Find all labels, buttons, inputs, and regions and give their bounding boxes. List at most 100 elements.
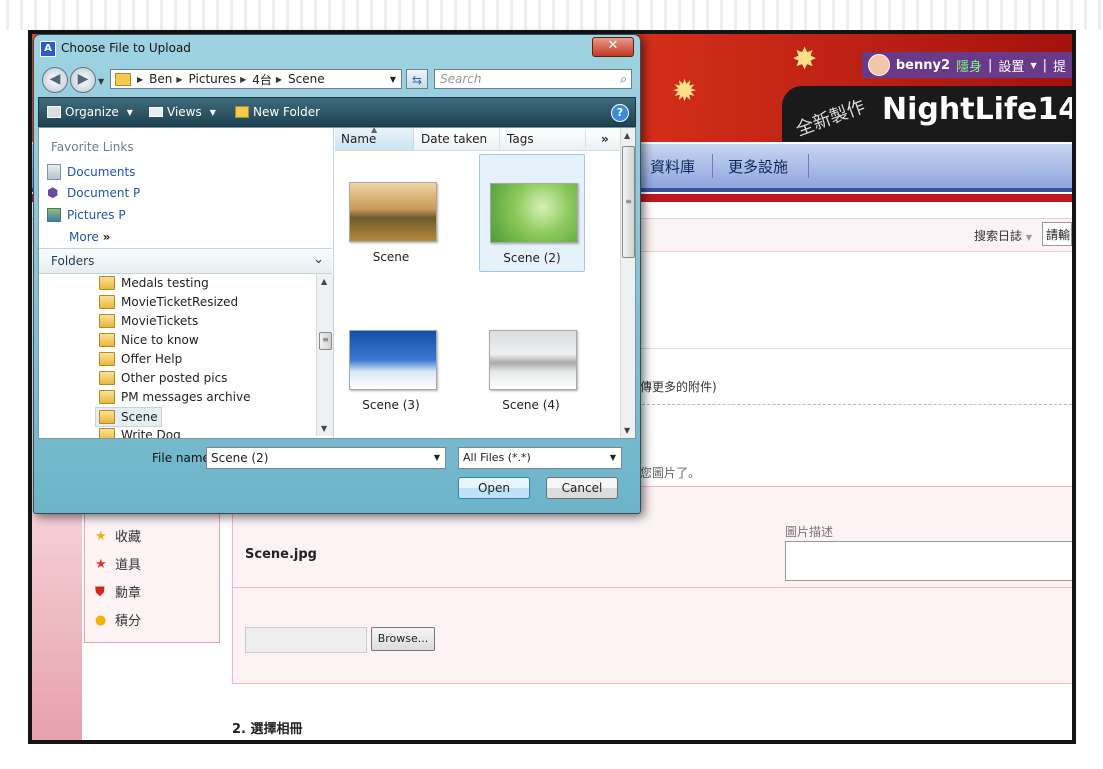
breadcrumb-scene[interactable]: Scene — [288, 72, 325, 86]
favorite-link-document-p[interactable]: ⬢ Document P — [47, 186, 140, 201]
chevron-down-icon[interactable]: ▼ — [390, 75, 396, 84]
folder-icon — [99, 371, 115, 385]
divider: | — [1042, 57, 1047, 73]
snowy-trees-photo — [349, 330, 437, 390]
document-p-icon: ⬢ — [47, 186, 59, 201]
breadcrumb-pictures[interactable]: Pictures — [189, 72, 237, 86]
picture-note: 您圖片了。 — [640, 466, 701, 480]
side-menu-item-tools[interactable]: ★ 道具 — [95, 554, 141, 574]
username-link[interactable]: benny2 — [896, 58, 950, 73]
nav-item-database[interactable]: 資料庫 — [650, 156, 695, 177]
folder-icon — [99, 410, 115, 424]
column-header-date-taken[interactable]: Date taken — [421, 132, 487, 146]
scroll-up-icon[interactable]: ▲ — [624, 131, 630, 140]
scroll-down-icon[interactable]: ▼ — [321, 424, 327, 433]
file-list-scrollbar[interactable]: ▲ ≡ ▼ — [620, 128, 635, 438]
diary-search-scope[interactable]: 搜索日誌 ▼ — [974, 227, 1032, 244]
status-toggle[interactable]: 隱身 — [956, 56, 982, 75]
refresh-button[interactable]: ⇆ — [406, 69, 428, 89]
file-item[interactable]: Scene (2) — [479, 154, 585, 272]
scroll-down-icon[interactable]: ▼ — [624, 426, 630, 435]
uploaded-file-name: Scene.jpg — [245, 547, 317, 562]
scroll-thumb[interactable]: ≡ — [319, 332, 332, 350]
chevron-down-icon: ▼ — [209, 107, 216, 117]
image-description-label: 圖片描述 — [785, 525, 834, 539]
side-menu-item-medals[interactable]: ⛊ 勳章 — [95, 582, 142, 602]
chevron-down-icon[interactable]: ▼ — [434, 448, 440, 468]
side-menu-item-favorites[interactable]: ★ 收藏 — [95, 526, 141, 546]
tree-item-nice-to-know[interactable]: Nice to know — [99, 331, 199, 349]
file-item[interactable]: Scene (4) — [479, 310, 583, 426]
pictures-icon — [47, 208, 61, 222]
tree-item-offer-help[interactable]: Offer Help — [99, 350, 182, 368]
history-dropdown-icon[interactable]: ▼ — [98, 77, 104, 86]
file-path-input[interactable] — [245, 627, 367, 653]
side-menu-label: 勳章 — [115, 586, 142, 601]
divider — [632, 404, 1072, 405]
logo-title: NightLife14 — [882, 92, 1076, 127]
browse-button[interactable]: Browse... — [371, 627, 435, 651]
scroll-up-icon[interactable]: ▲ — [321, 277, 327, 286]
scroll-thumb[interactable]: ≡ — [622, 146, 635, 258]
chevron-down-icon: ▼ — [1025, 233, 1032, 242]
side-menu-label: 積分 — [115, 614, 142, 629]
chevron-right-icon[interactable]: ▶ — [276, 75, 282, 84]
image-description-input[interactable] — [785, 541, 1072, 581]
nav-item-more[interactable]: 更多設施 — [728, 156, 788, 177]
views-button[interactable]: Views ▼ — [149, 105, 216, 119]
file-name-input[interactable]: Scene (2) ▼ — [206, 447, 446, 469]
file-item[interactable]: Scene — [339, 162, 443, 278]
file-type-select[interactable]: All Files (*.*) ▼ — [458, 447, 622, 469]
folder-tree-scrollbar[interactable]: ▲ ≡ ▼ — [316, 274, 333, 436]
dialog-titlebar[interactable]: A Choose File to Upload ✕ — [34, 35, 640, 63]
folder-icon — [99, 352, 115, 366]
avatar[interactable] — [867, 54, 890, 76]
column-header-name[interactable]: ▲ Name — [335, 125, 414, 150]
more-link[interactable]: More » — [69, 230, 110, 244]
diary-search-input[interactable]: 請輸 — [1042, 222, 1072, 246]
chevron-right-icon[interactable]: ▶ — [137, 75, 143, 84]
side-menu-item-points[interactable]: ● 積分 — [95, 610, 142, 630]
file-item[interactable]: Scene (3) — [339, 310, 443, 426]
tree-item-medals-testing[interactable]: Medals testing — [99, 274, 209, 292]
forward-button[interactable]: ▶ — [70, 67, 96, 93]
tree-item-movietickets[interactable]: MovieTickets — [99, 312, 198, 330]
settings-menu[interactable]: 設置 — [998, 56, 1024, 75]
tree-item-movieticketresized[interactable]: MovieTicketResized — [99, 293, 238, 311]
search-icon[interactable]: ⌕ — [620, 70, 627, 88]
chevron-down-icon: ⌄ — [313, 252, 324, 267]
more-columns-icon[interactable]: » — [601, 132, 609, 146]
site-logo[interactable]: 全新製作 NightLife14 — [782, 86, 1072, 142]
folders-heading: Folders — [51, 254, 95, 268]
column-header-tags[interactable]: Tags — [507, 132, 534, 146]
tree-item-label: Medals testing — [121, 276, 209, 290]
chevron-down-icon: ▼ — [609, 453, 616, 462]
address-bar[interactable]: ▶ Ben ▶ Pictures ▶ 4台 ▶ Scene ▼ — [110, 69, 402, 89]
tree-item-other-posted-pics[interactable]: Other posted pics — [99, 369, 227, 387]
search-input[interactable]: Search ⌕ — [434, 69, 632, 89]
chevrons-right-icon: » — [102, 230, 111, 244]
attach-note: 傳更多的附件) — [640, 380, 717, 394]
close-button[interactable]: ✕ — [592, 37, 634, 57]
divider: | — [988, 57, 993, 73]
breadcrumb-ben[interactable]: Ben — [149, 72, 172, 86]
chevron-right-icon[interactable]: ▶ — [176, 75, 182, 84]
divider — [808, 154, 809, 178]
cancel-button[interactable]: Cancel — [546, 477, 618, 499]
breadcrumb-4tai[interactable]: 4台 — [252, 71, 272, 88]
back-button[interactable]: ◀ — [42, 67, 68, 93]
folders-header[interactable]: Folders ⌄ — [39, 248, 332, 274]
new-folder-button[interactable]: New Folder — [235, 105, 320, 119]
tree-item-write-dog[interactable]: Write Dog — [99, 426, 181, 438]
open-button[interactable]: Open — [458, 477, 530, 499]
extra-menu[interactable]: 提 — [1053, 56, 1066, 75]
favorite-link-pictures-p[interactable]: Pictures P — [47, 208, 126, 222]
tree-item-pm-messages-archive[interactable]: PM messages archive — [99, 388, 250, 406]
coin-icon: ● — [95, 612, 107, 628]
favorite-link-documents[interactable]: Documents — [47, 164, 135, 180]
chevron-right-icon[interactable]: ▶ — [240, 75, 246, 84]
tree-item-scene[interactable]: Scene — [95, 407, 162, 427]
new-folder-label: New Folder — [253, 105, 321, 119]
help-icon[interactable]: ? — [611, 104, 629, 122]
organize-button[interactable]: Organize ▼ — [47, 105, 133, 119]
